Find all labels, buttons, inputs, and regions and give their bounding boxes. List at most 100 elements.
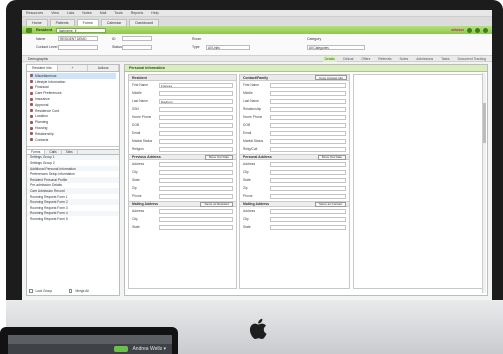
field-input[interactable] bbox=[159, 161, 233, 167]
field-input[interactable] bbox=[159, 177, 233, 183]
menu-item[interactable]: Reports bbox=[131, 11, 144, 15]
help-icon[interactable] bbox=[475, 27, 480, 33]
field-input[interactable]: Frances bbox=[159, 82, 233, 88]
menu-item[interactable]: Notes bbox=[82, 11, 91, 15]
subtab-link[interactable]: Notes bbox=[398, 56, 411, 62]
field-label: Marital Status bbox=[243, 139, 264, 143]
sidebar-subtab[interactable]: Forms bbox=[27, 149, 46, 154]
field-input[interactable] bbox=[159, 146, 233, 152]
field-input[interactable] bbox=[270, 114, 346, 120]
form-list-item[interactable]: Rooming Request Form 5 bbox=[27, 216, 119, 222]
field-input[interactable] bbox=[270, 130, 346, 136]
subtab-link[interactable]: Referrals bbox=[376, 56, 393, 62]
sidebar-tab[interactable]: + bbox=[57, 65, 89, 71]
sub-tab-row: Demographic Details Clinical Offers Referra… bbox=[22, 56, 492, 62]
field-input[interactable] bbox=[270, 98, 346, 104]
field-input[interactable] bbox=[270, 224, 346, 230]
sidebar-item-label: Lifestyle Information bbox=[35, 79, 66, 84]
field-input[interactable] bbox=[270, 208, 346, 214]
menu-item[interactable]: Help bbox=[151, 11, 158, 15]
sidebar-tab[interactable]: Resident Info bbox=[27, 65, 58, 71]
main-scrollbar[interactable] bbox=[482, 73, 486, 293]
field-input[interactable] bbox=[270, 193, 346, 199]
tab-patients[interactable]: Patients bbox=[49, 19, 75, 26]
form-row: City bbox=[240, 215, 349, 223]
menu-item[interactable]: View bbox=[51, 11, 59, 15]
field-input[interactable] bbox=[159, 185, 233, 191]
field-label: Address bbox=[132, 209, 145, 213]
field-input[interactable] bbox=[270, 177, 346, 183]
resident-search-input[interactable]: lastname, fi bbox=[56, 27, 107, 33]
field-input[interactable] bbox=[270, 90, 346, 96]
field-input[interactable] bbox=[270, 146, 346, 152]
field-input[interactable] bbox=[270, 82, 346, 88]
field-input[interactable] bbox=[270, 106, 346, 112]
menu-item[interactable]: Mail bbox=[100, 11, 107, 15]
section-button[interactable]: Same as Contact bbox=[314, 201, 346, 207]
field-input[interactable] bbox=[270, 216, 346, 222]
contact-field[interactable] bbox=[58, 45, 98, 50]
copy-contact-button[interactable]: Copy Contact Info bbox=[314, 75, 347, 80]
toolbar-title: Resident bbox=[36, 28, 53, 32]
field-label: Home Phone bbox=[243, 115, 263, 119]
type-select[interactable]: All Units bbox=[206, 45, 250, 50]
name-field[interactable]: RESIDENT DEMO bbox=[58, 36, 98, 41]
home-icon[interactable] bbox=[467, 27, 472, 33]
sidebar-subtab[interactable]: Calls bbox=[45, 149, 62, 154]
field-input[interactable] bbox=[159, 224, 233, 230]
section-button[interactable]: Same as Resident bbox=[200, 201, 233, 207]
subtab-link[interactable]: Offers bbox=[359, 56, 372, 62]
section-button[interactable]: Move Out Date bbox=[204, 154, 233, 160]
subtab-link[interactable]: Document Tracking bbox=[456, 56, 488, 62]
field-input[interactable] bbox=[159, 169, 233, 175]
subtab-link[interactable]: Clinical bbox=[341, 56, 356, 62]
merge-all-checkbox[interactable] bbox=[68, 289, 73, 293]
field-input[interactable] bbox=[159, 208, 233, 214]
field-label: State bbox=[243, 178, 251, 182]
field-input[interactable] bbox=[159, 122, 233, 128]
subtab-link[interactable]: Details bbox=[322, 56, 337, 62]
field-input[interactable] bbox=[159, 90, 233, 96]
menu-item[interactable]: Resources bbox=[26, 11, 43, 15]
status-field[interactable] bbox=[122, 45, 152, 50]
field-input[interactable] bbox=[159, 114, 233, 120]
menu-item[interactable]: Lists bbox=[67, 11, 74, 15]
form-row: State bbox=[240, 223, 349, 231]
form-row: City bbox=[129, 168, 236, 176]
field-input[interactable] bbox=[159, 130, 233, 136]
tab-forms[interactable]: Forms bbox=[76, 19, 99, 26]
field-input[interactable] bbox=[159, 216, 233, 222]
field-label: Email bbox=[132, 131, 141, 135]
tab-dashboard[interactable]: Dashboard bbox=[129, 19, 159, 26]
field-input[interactable] bbox=[270, 138, 346, 144]
tab-home[interactable]: Home bbox=[26, 19, 48, 26]
sidebar-tab[interactable]: Actions bbox=[88, 65, 120, 71]
field-input[interactable] bbox=[270, 185, 346, 191]
field-input[interactable] bbox=[159, 106, 233, 112]
id-field[interactable] bbox=[122, 36, 152, 41]
subtab-link[interactable]: Tasks bbox=[439, 56, 451, 62]
tab-calendar[interactable]: Calendar bbox=[100, 19, 128, 26]
subtab-link[interactable]: Admissions bbox=[414, 56, 435, 62]
lock-group-checkbox[interactable] bbox=[29, 289, 33, 293]
field-input[interactable]: Rayburn bbox=[159, 98, 233, 104]
form-row: Address bbox=[129, 160, 236, 168]
field-label: Phone bbox=[132, 194, 142, 198]
field-input[interactable] bbox=[159, 138, 233, 144]
field-input[interactable] bbox=[270, 122, 346, 128]
field-input[interactable] bbox=[270, 169, 346, 175]
section-button[interactable]: Move Out Date bbox=[317, 154, 346, 160]
scroll-thumb[interactable] bbox=[483, 103, 486, 143]
sidebar-item[interactable]: Contacts bbox=[30, 137, 116, 143]
settings-icon[interactable] bbox=[483, 27, 488, 33]
field-input[interactable] bbox=[159, 193, 233, 199]
menu-item[interactable]: Tools bbox=[114, 11, 122, 15]
category-select[interactable]: All Categories bbox=[307, 45, 365, 50]
sidebar-list: Miscellaneous Lifestyle Information Financ… bbox=[27, 72, 119, 144]
field-label: Phone bbox=[243, 194, 253, 198]
field-label: First Name bbox=[243, 83, 260, 87]
secondary-taskbar: Andrea Wells ▾ bbox=[8, 344, 172, 354]
field-input[interactable] bbox=[270, 161, 346, 167]
app-screen: Resources View Lists Notes Mail Tools Reports H… bbox=[22, 10, 492, 300]
sidebar-subtab[interactable]: Tabs bbox=[62, 149, 78, 154]
